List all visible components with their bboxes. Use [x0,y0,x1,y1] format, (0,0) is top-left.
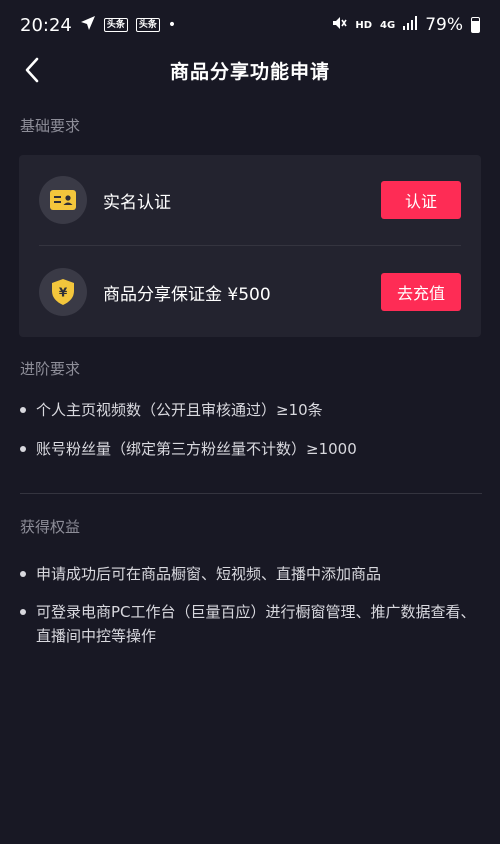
real-name-row: 实名认证 认证 [19,155,481,245]
advanced-requirements-label: 进阶要求 [20,360,81,378]
nav-bar: 商品分享功能申请 [0,50,500,90]
benefits-list: 申请成功后可在商品橱窗、短视频、直播中添加商品 可登录电商PC工作台（巨量百应）… [20,562,490,648]
list-item: 个人主页视频数（公开且审核通过）≥10条 [20,398,490,422]
notification-dot: • [167,17,177,33]
network-indicator: 4G [380,19,396,31]
deposit-label: 商品分享保证金 ¥500 [103,284,271,305]
hd-indicator: HD [355,19,373,31]
signal-icon [403,15,418,35]
verify-button[interactable]: 认证 [381,181,461,219]
status-time: 20:24 [20,14,72,36]
recharge-button[interactable]: 去充值 [381,273,461,311]
basic-requirements-card: 实名认证 认证 ¥ 商品分享保证金 ¥500 去充值 [19,155,481,337]
benefits-label: 获得权益 [20,518,81,536]
toutiao-badge: 头条 [135,18,160,32]
mute-icon [331,15,348,36]
status-right: HD 4G 79% [331,15,480,36]
battery-icon [471,17,480,33]
deposit-row: ¥ 商品分享保证金 ¥500 去充值 [19,247,481,337]
basic-requirements-label: 基础要求 [20,117,81,135]
id-card-icon [39,176,87,224]
back-button[interactable] [14,52,50,88]
location-arrow-icon [80,15,96,36]
list-item: 可登录电商PC工作台（巨量百应）进行橱窗管理、推广数据查看、直播间中控等操作 [20,600,490,648]
advanced-requirements-list: 个人主页视频数（公开且审核通过）≥10条 账号粉丝量（绑定第三方粉丝量不计数）≥… [20,398,490,461]
list-item: 账号粉丝量（绑定第三方粉丝量不计数）≥1000 [20,437,490,461]
status-left: 20:24 头条 头条 • [20,15,176,36]
list-item: 申请成功后可在商品橱窗、短视频、直播中添加商品 [20,562,490,586]
real-name-label: 实名认证 [103,192,171,213]
chevron-left-icon [25,57,39,83]
svg-text:¥: ¥ [59,286,68,300]
yuan-shield-icon: ¥ [39,268,87,316]
section-divider [20,493,482,494]
battery-percentage: 79% [425,15,463,35]
toutiao-badge: 头条 [103,18,128,32]
page-title: 商品分享功能申请 [169,60,330,83]
status-bar: 20:24 头条 头条 • HD 4G 79% [0,0,500,50]
card-divider [39,245,461,246]
